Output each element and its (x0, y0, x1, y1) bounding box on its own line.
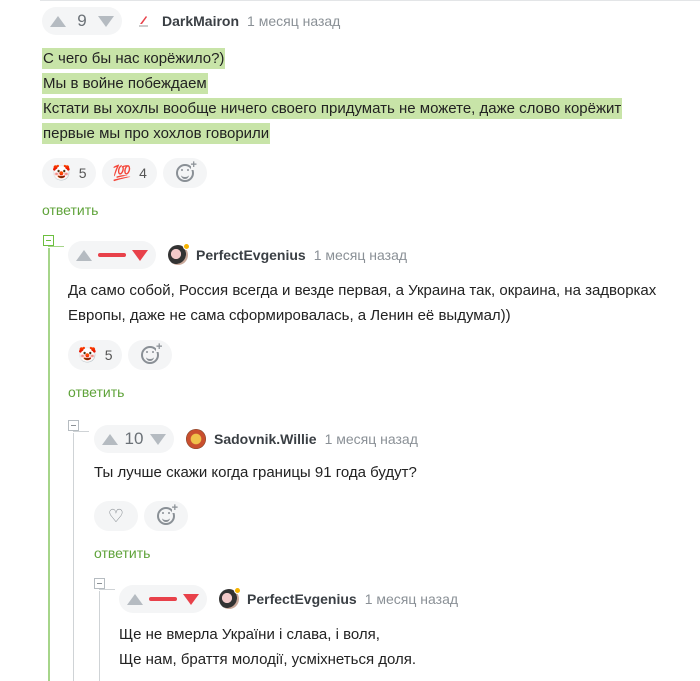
vote-score: 10 (124, 429, 144, 448)
negative-score-dash (98, 253, 126, 257)
avatar[interactable] (134, 11, 154, 31)
username[interactable]: DarkMairon (162, 13, 239, 29)
timestamp[interactable]: 1 месяц назад (247, 13, 340, 29)
reply-link[interactable]: ответить (42, 202, 692, 218)
downvote-arrow-icon[interactable] (132, 249, 148, 261)
vote-control: 10 (94, 425, 174, 453)
add-reaction-icon: + (157, 503, 178, 525)
collapse-thread-toggle[interactable] (68, 420, 79, 431)
comment-sadovnik: 10 Sadovnik.Willie 1 месяц назад Ты лучш… (94, 424, 694, 561)
clown-face-emoji-icon: 🤡 (52, 165, 71, 182)
comment-header: 9 DarkMairon 1 месяц назад (42, 6, 692, 36)
downvote-arrow-icon[interactable] (183, 593, 199, 605)
thread-line (73, 433, 74, 681)
avatar[interactable] (186, 429, 206, 449)
reply-link[interactable]: ответить (68, 384, 698, 400)
upvote-arrow-icon[interactable] (76, 249, 92, 261)
add-reaction-icon: + (175, 160, 197, 182)
vote-control (68, 241, 156, 269)
reaction-clown[interactable]: 🤡 5 (42, 158, 97, 188)
reaction-hundred[interactable]: 💯 4 (102, 158, 157, 188)
clown-face-emoji-icon: 🤡 (78, 347, 97, 364)
upvote-arrow-icon[interactable] (50, 15, 66, 27)
reply-link[interactable]: ответить (94, 545, 694, 561)
vote-control: 9 (42, 7, 122, 35)
highlighted-line: Мы в войне побеждаем (42, 73, 208, 94)
add-reaction-button[interactable]: + (128, 340, 173, 370)
comment-line: Ты лучше скажи когда границы 91 года буд… (94, 464, 417, 481)
comment-perfectevgenius: PerfectEvgenius 1 месяц назад Да само со… (68, 240, 698, 400)
downvote-arrow-icon[interactable] (98, 15, 114, 27)
top-divider (40, 0, 700, 1)
reactions-bar: ♡ + (94, 501, 694, 531)
comment-body: Да само собой, Россия всегда и везде пер… (68, 278, 698, 328)
comment-body: Ще не вмерла України і слава, і воля, Ще… (119, 622, 694, 672)
comment-line: Да само собой, Россия всегда и везде пер… (68, 282, 657, 299)
comment-body: Ты лучше скажи когда границы 91 года буд… (94, 460, 694, 485)
timestamp[interactable]: 1 месяц назад (314, 247, 407, 263)
reaction-clown[interactable]: 🤡 5 (68, 340, 123, 370)
collapse-thread-toggle[interactable] (43, 235, 54, 246)
highlighted-line: Кстати вы хохлы вообще ничего своего при… (42, 98, 623, 119)
timestamp[interactable]: 1 месяц назад (365, 591, 458, 607)
add-reaction-button[interactable]: + (144, 501, 188, 531)
thread-branch (99, 589, 115, 590)
thread-branch (48, 246, 64, 247)
timestamp[interactable]: 1 месяц назад (325, 431, 418, 447)
reaction-count: 5 (104, 347, 113, 363)
upvote-arrow-icon[interactable] (127, 593, 143, 605)
online-dot (234, 587, 241, 594)
thread-branch (73, 431, 89, 432)
highlighted-line: первые мы про хохлов говорили (42, 123, 271, 144)
highlighted-line: С чего бы нас корёжило?) (42, 48, 226, 69)
reactions-bar: 🤡 5 💯 4 + (42, 158, 692, 188)
like-button[interactable]: ♡ (94, 501, 138, 531)
thread-line (99, 591, 100, 681)
username[interactable]: Sadovnik.Willie (214, 431, 317, 447)
reactions-bar: 🤡 5 + (68, 340, 698, 370)
comment-line: Ще нам, браття молодії, усміхнеться доля… (119, 651, 417, 668)
comment-header: PerfectEvgenius 1 месяц назад (119, 584, 694, 614)
downvote-arrow-icon[interactable] (150, 433, 166, 445)
reaction-count: 5 (78, 165, 87, 181)
comment-line: Европы, даже не сама сформировалась, а Л… (68, 307, 511, 324)
comment-darkmairon: 9 DarkMairon 1 месяц назад С чего бы нас… (42, 6, 692, 218)
upvote-arrow-icon[interactable] (102, 433, 118, 445)
username[interactable]: PerfectEvgenius (247, 591, 357, 607)
reaction-count: 4 (139, 165, 147, 181)
heart-icon: ♡ (107, 505, 125, 526)
avatar[interactable] (168, 243, 190, 265)
add-reaction-icon: + (141, 342, 163, 364)
collapse-thread-toggle[interactable] (94, 578, 105, 589)
username[interactable]: PerfectEvgenius (196, 247, 306, 263)
comment-header: PerfectEvgenius 1 месяц назад (68, 240, 698, 270)
vote-control (119, 585, 207, 613)
online-dot (183, 243, 190, 250)
avatar[interactable] (219, 587, 241, 609)
avatar-mark-icon (139, 16, 148, 27)
comment-body: С чего бы нас корёжило?) Мы в войне побе… (42, 46, 692, 146)
comment-line: Ще не вмерла України і слава, і воля, (119, 626, 380, 643)
thread-line (48, 248, 50, 681)
comment-header: 10 Sadovnik.Willie 1 месяц назад (94, 424, 694, 454)
hundred-points-emoji-icon: 💯 (112, 165, 132, 182)
comment-perfectevgenius-anthem: PerfectEvgenius 1 месяц назад Ще не вмер… (119, 584, 694, 672)
add-reaction-button[interactable]: + (162, 158, 207, 188)
vote-score: 9 (77, 11, 87, 30)
negative-score-dash (149, 597, 177, 601)
